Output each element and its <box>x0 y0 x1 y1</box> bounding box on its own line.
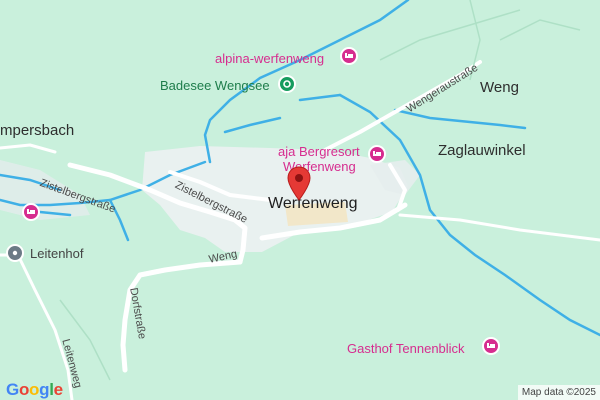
hotel-icon[interactable] <box>340 47 358 65</box>
poi-label-alpina[interactable]: alpina-werfenweng <box>215 52 324 65</box>
location-icon[interactable] <box>6 244 24 262</box>
poi-label-leitenhof[interactable]: Leitenhof <box>30 247 84 260</box>
logo-letter: g <box>39 380 50 399</box>
place-label-mpersbach: mpersbach <box>0 122 75 139</box>
town-label-werfenweng[interactable]: Werfenweng <box>268 196 358 212</box>
logo-letter: o <box>29 380 40 399</box>
google-logo[interactable]: Google <box>6 380 63 400</box>
roads <box>0 60 600 400</box>
hotel-icon[interactable] <box>368 145 386 163</box>
place-label-zaglauwinkel: Zaglauwinkel <box>438 142 526 159</box>
poi-label-aja-line1[interactable]: aja Bergresort <box>278 145 360 158</box>
hotel-icon[interactable] <box>482 337 500 355</box>
poi-label-badesee[interactable]: Badesee Wengsee <box>160 79 270 92</box>
park-icon[interactable] <box>278 75 296 93</box>
map-attribution[interactable]: Map data ©2025 <box>517 385 600 400</box>
hotel-icon[interactable] <box>22 203 40 221</box>
poi-label-tennenblick[interactable]: Gasthof Tennenblick <box>347 342 465 355</box>
map-canvas[interactable]: Weng Zaglauwinkel mpersbach Werfenweng Z… <box>0 0 600 400</box>
logo-letter: o <box>18 380 30 399</box>
map-pin-icon[interactable] <box>287 166 311 202</box>
logo-letter: G <box>6 380 19 399</box>
logo-letter: e <box>53 380 63 399</box>
place-label-weng: Weng <box>480 79 519 96</box>
